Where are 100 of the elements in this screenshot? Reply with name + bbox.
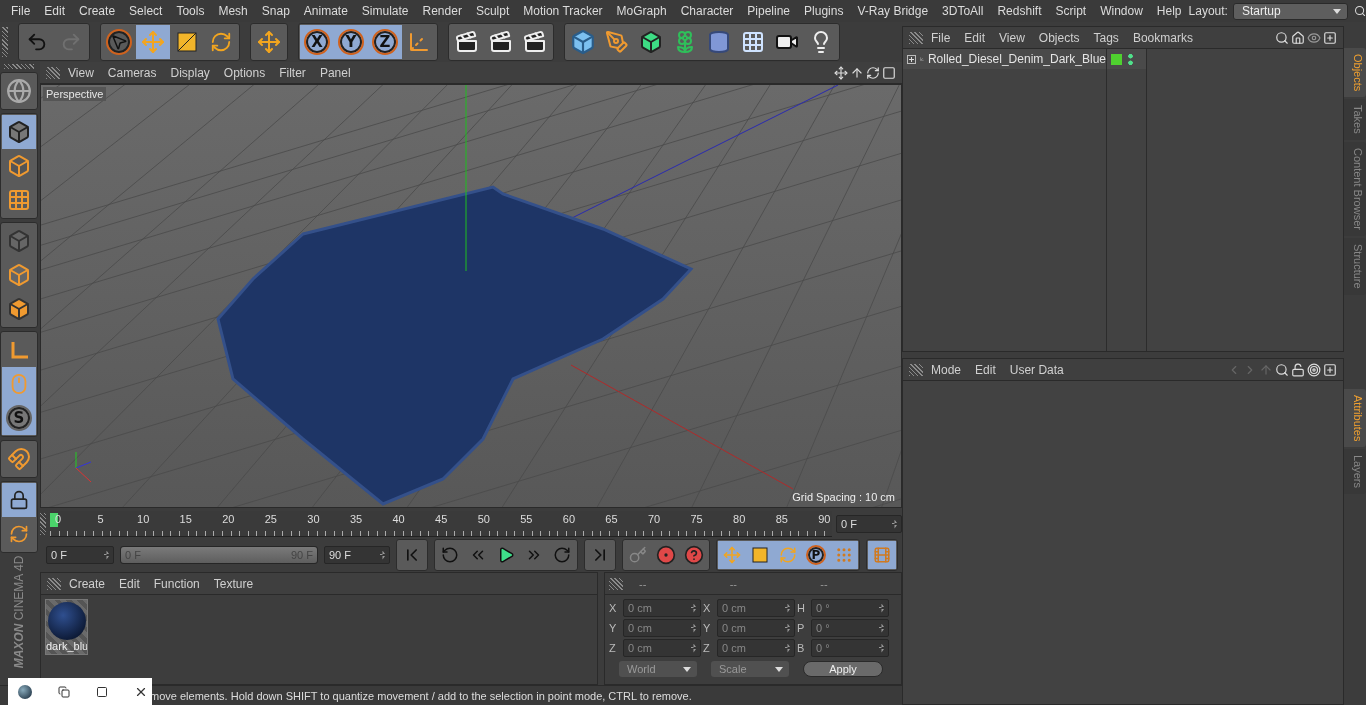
pen-icon [605, 30, 629, 54]
menu-item[interactable]: Mode [925, 362, 968, 377]
menu-item[interactable]: Edit [37, 4, 73, 18]
menu-item[interactable]: Create [63, 576, 112, 591]
side-tab[interactable]: Attributes [1344, 388, 1366, 448]
menu-item[interactable]: Cameras [101, 65, 163, 80]
frame-label: 80 [733, 513, 746, 525]
menu-item[interactable]: User Data [1003, 362, 1070, 377]
add-icon [1323, 30, 1337, 45]
snap-button[interactable]: S [2, 401, 36, 435]
axis-lock-button[interactable]: Y [334, 25, 368, 59]
unlock-icon [1291, 362, 1305, 377]
clapperboard-icon [523, 30, 547, 54]
position-field[interactable]: 0 cm [623, 619, 701, 637]
menu-item[interactable]: Options [217, 65, 272, 80]
mode-button[interactable] [2, 115, 36, 149]
frame-field[interactable]: 0 F [836, 515, 902, 533]
menu-item[interactable]: Window [1093, 4, 1150, 18]
size-field[interactable]: 0 cm [717, 599, 795, 617]
axis-label: Z [703, 642, 711, 654]
move-icon [141, 30, 165, 54]
camera-label: Perspective [43, 87, 107, 101]
menu-item[interactable]: View [62, 65, 100, 80]
menu-item[interactable]: Texture [207, 576, 260, 591]
menu-item[interactable]: Animate [296, 4, 355, 18]
menu-item[interactable]: File [925, 30, 957, 45]
menu-item[interactable]: Create [72, 4, 123, 18]
apply-button[interactable]: Apply [803, 661, 883, 677]
menu-item[interactable]: Help [1149, 4, 1189, 18]
column-header: -- [638, 577, 648, 590]
menu-item[interactable]: Objects [1032, 30, 1086, 45]
axis-gizmo-icon [75, 451, 92, 483]
position-field[interactable]: 0 cm [623, 599, 701, 617]
scale-key-icon [752, 547, 768, 563]
menu-item[interactable]: MoGraph [609, 4, 674, 18]
menu-item[interactable]: Panel [313, 65, 357, 80]
layout-label: Layout: [1188, 4, 1228, 18]
grid-icon [7, 188, 31, 212]
record-icon [656, 545, 676, 565]
timeline-ruler[interactable]: 0 5 10 15 20 25 30 35 40 45 50 55 60 65 70 75 80 85 90 [50, 511, 832, 537]
move-key-icon [723, 546, 741, 564]
menu-item[interactable]: View [993, 30, 1031, 45]
menu-item[interactable]: Script [1048, 4, 1094, 18]
drag-handle-icon [2, 27, 8, 57]
viewport[interactable]: Perspective Grid Spacing : 10 cm [40, 84, 902, 508]
menu-item[interactable]: Tools [169, 4, 212, 18]
position-field[interactable]: 0 cm [623, 639, 701, 657]
side-tab[interactable]: Objects [1344, 48, 1366, 98]
axis-lock-button[interactable]: Z [368, 25, 402, 59]
axis-lock-button[interactable]: X [300, 25, 334, 59]
menu-item[interactable]: Display [164, 65, 216, 80]
frame-label: 75 [690, 513, 703, 525]
menu-item[interactable]: Render [415, 4, 469, 18]
lock-button[interactable] [2, 483, 36, 517]
expand-icon[interactable] [907, 54, 916, 64]
menu-item[interactable]: Filter [273, 65, 312, 80]
rotation-field[interactable]: 0 ° [811, 599, 889, 617]
object-row[interactable]: Rolled_Diesel_Denim_Dark_Blue [903, 49, 1106, 69]
start-frame-field[interactable]: 0 F [46, 546, 114, 564]
visibility-dots-icon[interactable] [1128, 52, 1133, 66]
key-icon [629, 546, 647, 564]
menu-item[interactable]: Sculpt [468, 4, 517, 18]
menu-item[interactable]: Bookmarks [1126, 30, 1199, 45]
menu-item[interactable]: File [4, 4, 38, 18]
menu-item[interactable]: Motion Tracker [516, 4, 610, 18]
menu-item[interactable]: Edit [969, 362, 1002, 377]
axes-icon [407, 30, 431, 54]
material-thumbnail[interactable]: dark_blu [45, 599, 88, 655]
menu-item[interactable]: Redshift [990, 4, 1049, 18]
column-header: -- [728, 577, 738, 590]
drag-handle-icon [609, 577, 623, 590]
end-frame-field[interactable]: 90 F [324, 546, 390, 564]
menu-item[interactable]: Select [122, 4, 170, 18]
menu-item[interactable]: Plugins [797, 4, 851, 18]
menu-item[interactable]: V-Ray Bridge [850, 4, 936, 18]
layout-dropdown[interactable]: Startup [1232, 2, 1348, 20]
menu-item[interactable]: Edit [958, 30, 992, 45]
app-icon[interactable] [18, 684, 32, 699]
menu-item[interactable]: Simulate [354, 4, 416, 18]
menu-item[interactable]: Mesh [211, 4, 255, 18]
frame-label: 50 [477, 513, 490, 525]
size-field[interactable]: 0 cm [717, 639, 795, 657]
menu-item[interactable]: Edit [113, 576, 146, 591]
rotation-field[interactable]: 0 ° [811, 619, 889, 637]
menu-item[interactable]: Function [147, 576, 206, 591]
frame-label: 15 [179, 513, 192, 525]
menu-item[interactable]: Tags [1087, 30, 1125, 45]
drag-handle-icon [909, 31, 923, 44]
menu-item[interactable]: Character [673, 4, 741, 18]
menu-item[interactable]: 3DToAll [935, 4, 991, 18]
axis-label: P [797, 622, 806, 634]
menu-item[interactable]: Snap [254, 4, 297, 18]
cube-icon [7, 120, 31, 144]
size-field[interactable]: 0 cm [717, 619, 795, 637]
rotation-field[interactable]: 0 ° [811, 639, 889, 657]
floor-icon [741, 30, 765, 54]
menu-item[interactable]: Pipeline [740, 4, 798, 18]
axis-label: H [797, 602, 806, 614]
cube-icon [639, 30, 663, 54]
parameter-key-button[interactable]: P [802, 541, 830, 569]
